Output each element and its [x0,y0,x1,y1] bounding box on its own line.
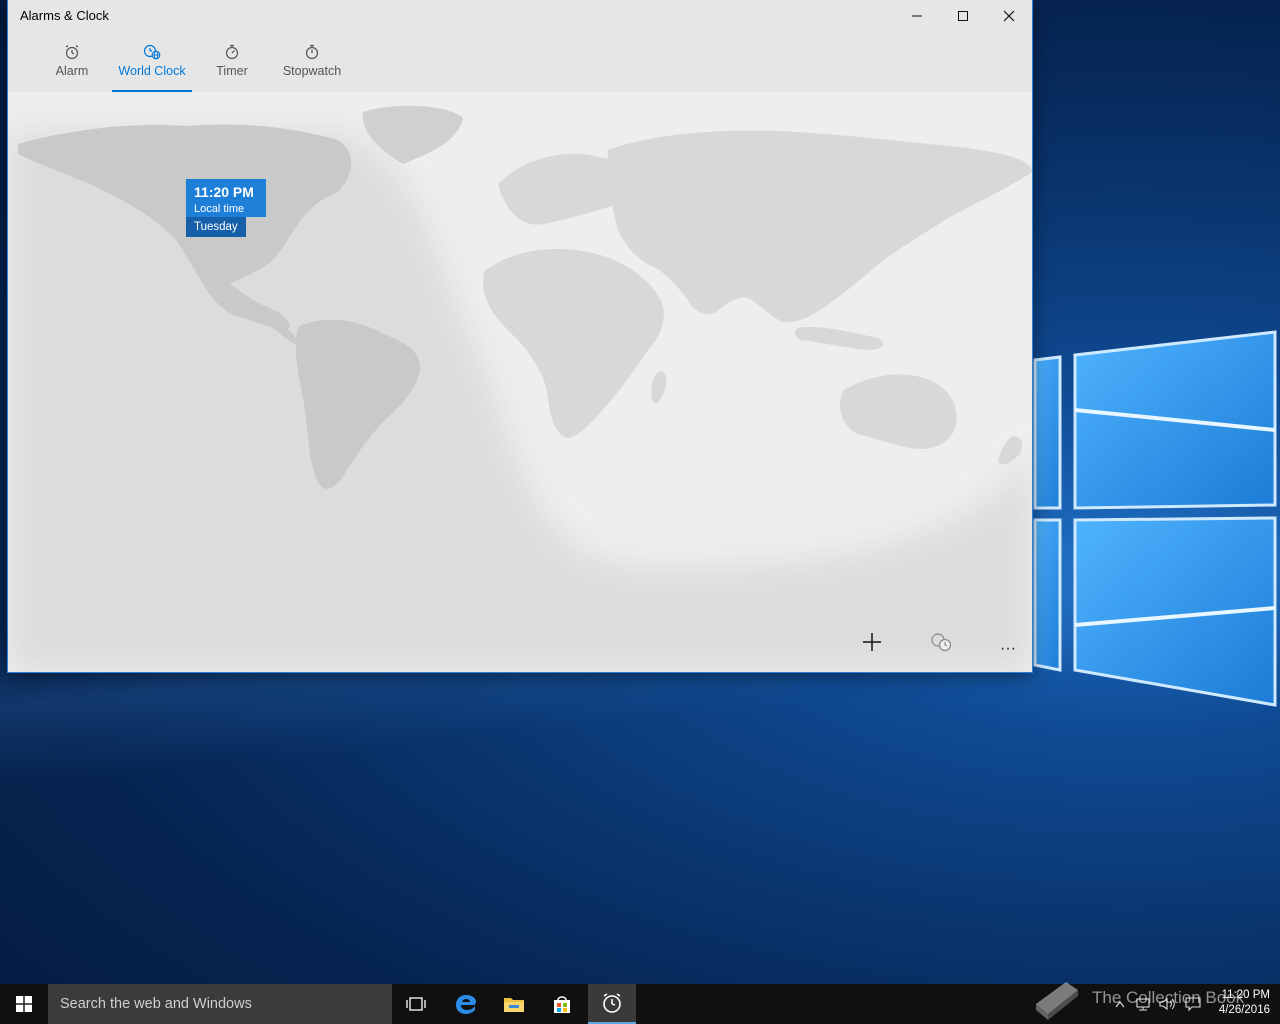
book-watermark-icon [1036,982,1078,1020]
local-time-box: 11:20 PM Local time [186,179,266,217]
task-view-icon [406,997,426,1011]
alarm-clock-icon [603,993,621,1013]
local-time-label: Local time [194,203,245,215]
compare-clock-icon [931,633,952,652]
tab-timer-label: Timer [216,64,248,78]
store-bag-icon [554,996,570,1013]
close-button[interactable] [986,0,1032,32]
maximize-button[interactable] [940,0,986,32]
task-view-button[interactable] [392,984,440,1024]
windows-start-icon [16,996,32,1012]
edge-button[interactable] [442,984,490,1024]
add-city-button[interactable] [862,632,902,666]
file-explorer-button[interactable] [490,984,538,1024]
watermark-text: The Collection Book [1092,988,1245,1007]
tab-world-clock[interactable]: World Clock [112,44,192,92]
minimize-button[interactable] [894,0,940,32]
store-button[interactable] [538,984,586,1024]
tab-world-clock-label: World Clock [118,64,186,78]
local-time: 11:20 PM [194,184,254,200]
minimize-icon [912,15,922,17]
start-button[interactable] [0,984,48,1024]
timer-icon [225,44,239,60]
tab-alarm[interactable]: Alarm [52,44,92,92]
compare-button[interactable] [930,632,970,666]
landmass-indonesia [795,326,883,350]
landmass-asia [607,130,1032,323]
landmass-new-zealand [998,436,1023,465]
local-time-card[interactable]: 11:20 PM Local time Tuesday [186,179,266,237]
watermark: The Collection Book [1030,974,1270,1024]
search-box[interactable]: Search the web and Windows [48,984,392,1024]
add-icon [863,633,881,651]
world-map-graphic [8,105,1032,672]
more-icon: ··· [1000,640,1016,657]
window-title: Alarms & Clock [20,8,109,23]
title-bar[interactable]: Alarms & Clock [8,0,1032,32]
alarms-clock-window: Alarms & Clock Alarm World Clock Timer S… [8,0,1032,672]
alarms-clock-taskbar-button[interactable] [588,984,636,1024]
globe-clock-icon [143,44,161,60]
maximize-icon [958,11,968,21]
close-icon [1003,10,1015,22]
tab-timer[interactable]: Timer [212,44,252,92]
stopwatch-icon [305,44,319,60]
local-day: Tuesday [186,217,246,237]
alarm-clock-icon [65,45,79,60]
windows-desktop-logo [1033,330,1277,707]
landmass-madagascar [651,371,667,404]
folder-icon [504,998,524,1012]
tab-bar: Alarm World Clock Timer Stopwatch [8,32,1032,92]
landmass-africa [483,248,664,438]
edge-browser-icon [456,995,476,1014]
more-button[interactable]: ··· [988,632,1028,666]
landmass-australia [839,374,957,450]
world-map[interactable]: 11:20 PM Local time Tuesday ··· [8,92,1032,672]
tab-stopwatch-label: Stopwatch [282,64,342,78]
tab-stopwatch[interactable]: Stopwatch [280,44,344,92]
tab-alarm-label: Alarm [55,64,89,78]
